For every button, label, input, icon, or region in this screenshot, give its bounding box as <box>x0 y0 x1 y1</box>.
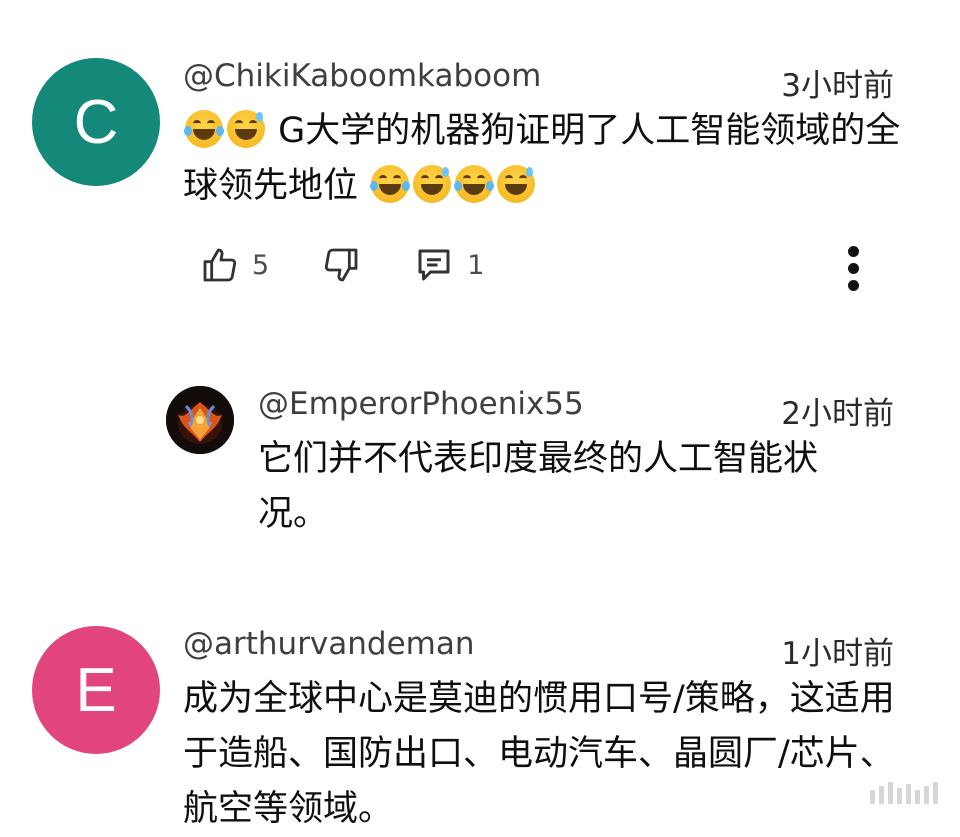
comment-time: 3小时前 <box>781 68 894 104</box>
comment-time: 1小时前 <box>781 636 894 672</box>
phoenix-image <box>166 386 234 454</box>
avatar[interactable]: E <box>32 626 160 754</box>
more-vert-icon-dot <box>847 263 859 274</box>
comment-author[interactable]: @arthurvandeman <box>183 626 475 662</box>
thumbs-down-icon <box>325 248 358 282</box>
comment-time: 2小时前 <box>781 396 894 432</box>
grinning-face-with-sweat-icon <box>413 165 452 203</box>
like-button[interactable]: 5 <box>200 245 269 285</box>
comment-text: 它们并不代表印度最终的人工智能状况。 <box>258 439 819 534</box>
grinning-face-with-sweat-icon <box>227 110 265 148</box>
grinning-face-with-sweat-icon <box>497 165 536 203</box>
avatar-letter: C <box>73 87 119 157</box>
reply-button[interactable]: 1 <box>413 244 484 286</box>
like-count: 5 <box>252 249 270 281</box>
comment-author[interactable]: @EmperorPhoenix55 <box>258 386 584 422</box>
comment-actions: 5 1 <box>200 244 484 286</box>
comment-author[interactable]: @ChikiKaboomkaboom <box>183 58 541 94</box>
avatar[interactable]: C <box>32 58 160 186</box>
comment-icon <box>418 249 450 281</box>
face-with-tears-of-joy-icon <box>370 165 411 203</box>
comment-text: G大学的机器狗证明了人工智能领域的全球领先地位 <box>183 104 913 214</box>
thumbs-up-icon <box>203 248 237 282</box>
comment-text: 成为全球中心是莫迪的惯用口号/策略，这适用于造船、国防出口、电动汽车、晶圆厂/芯… <box>183 679 895 829</box>
reply-count: 1 <box>467 249 485 281</box>
more-vert-icon-dot <box>847 280 859 291</box>
watermark <box>870 782 938 804</box>
phoenix-avatar-icon[interactable] <box>166 386 234 454</box>
avatar-letter: E <box>75 655 117 725</box>
face-with-tears-of-joy-icon <box>454 165 495 203</box>
more-vert-icon <box>847 246 859 257</box>
comment-text-content: G大学的机器狗证明了人工智能领域的全球领先地位 <box>183 111 901 206</box>
more-options-button[interactable] <box>843 246 863 296</box>
face-with-tears-of-joy-icon <box>184 110 224 148</box>
dislike-button[interactable] <box>321 245 361 285</box>
